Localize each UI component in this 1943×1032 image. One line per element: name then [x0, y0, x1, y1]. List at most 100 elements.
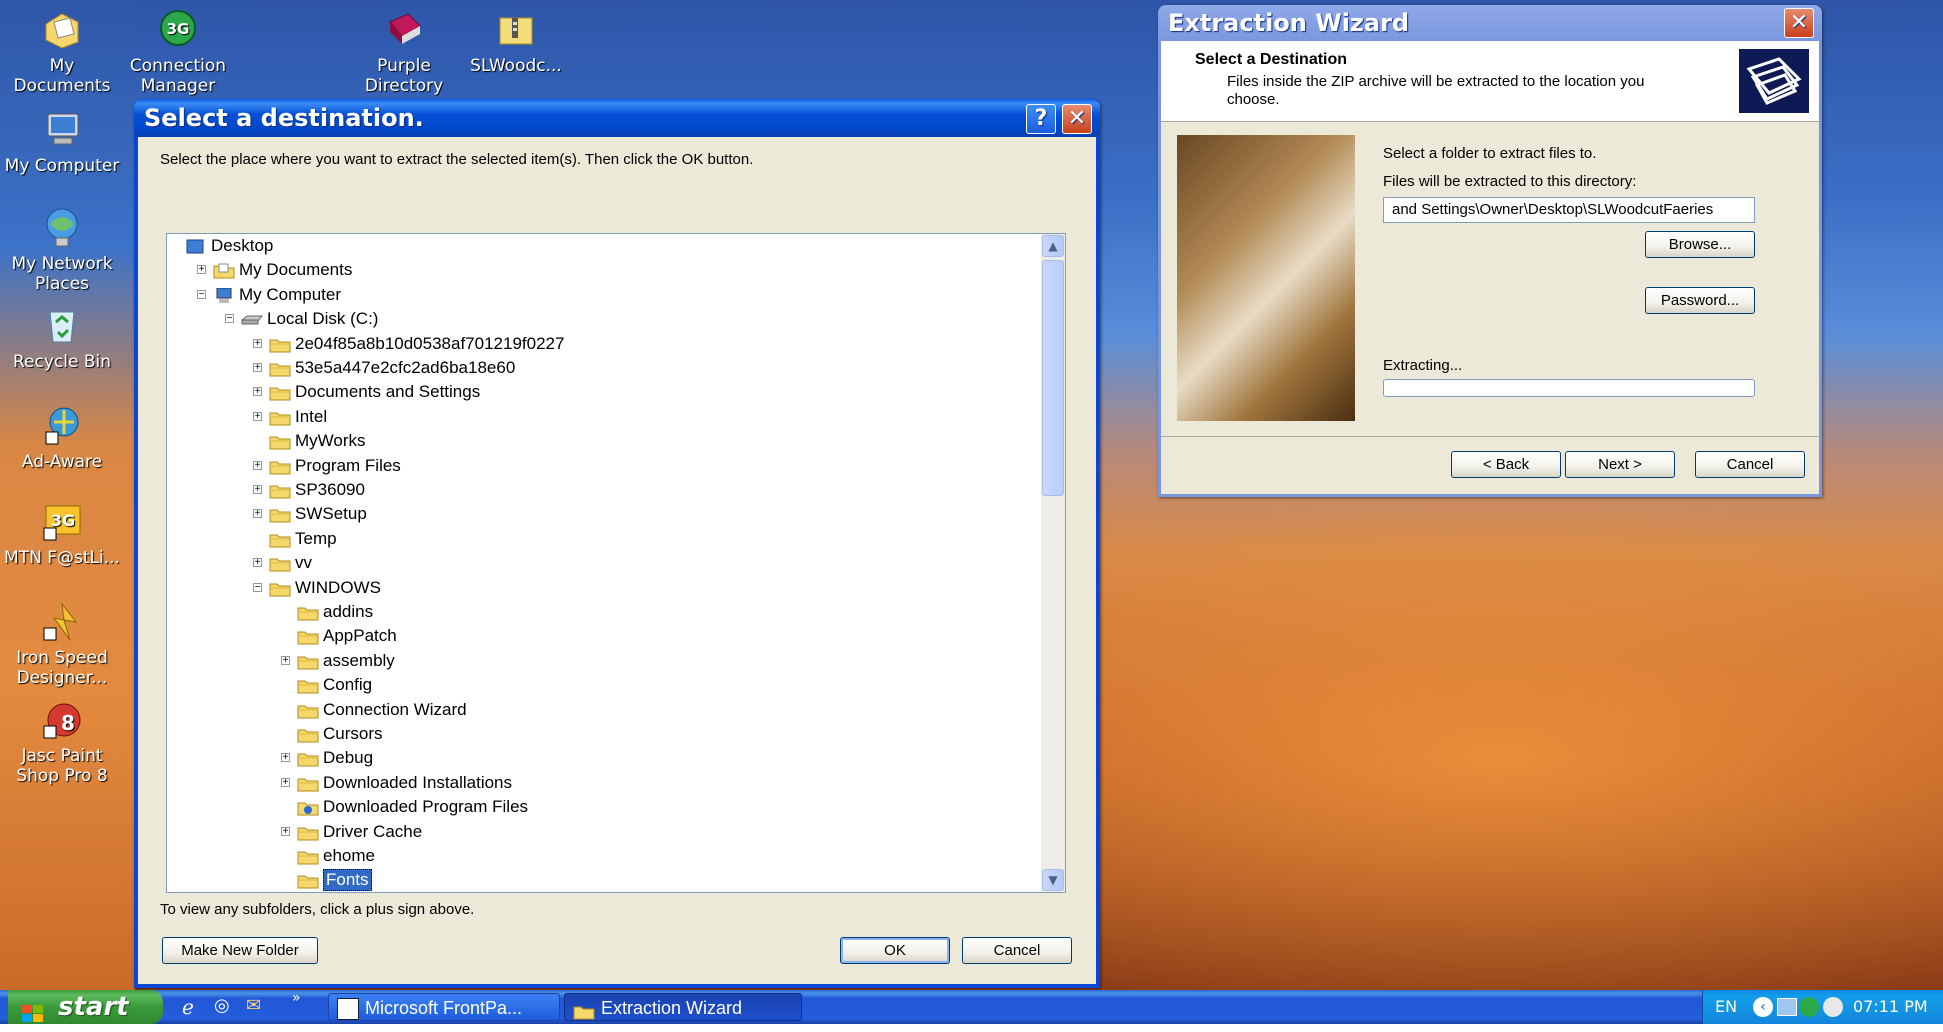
tree-item[interactable]: + Downloaded Installations [167, 771, 1027, 795]
close-button[interactable]: ✕ [1062, 104, 1092, 134]
expand-plus-icon[interactable]: + [281, 655, 290, 665]
select-folder-text: Select a folder to extract files to. [1383, 145, 1597, 162]
tree-item-label: Documents and Settings [295, 382, 481, 402]
tree-item[interactable]: + Documents and Settings [167, 380, 1027, 404]
tree-item[interactable]: + Program Files [167, 454, 1027, 478]
wizard-close-button[interactable]: ✕ [1784, 8, 1814, 38]
expand-plus-icon[interactable]: + [253, 509, 262, 519]
tree-item[interactable]: ehome [167, 844, 1027, 868]
tree-item[interactable]: + My Documents [167, 258, 1027, 282]
desktop-icon-purple-directory[interactable]: Purple Directory [344, 8, 464, 96]
desktop-icon-ad-aware[interactable]: Ad-Aware [2, 404, 122, 472]
tree-item[interactable]: +53e5a447e2cfc2ad6ba18e60 [167, 356, 1027, 380]
tree-item[interactable]: Temp [167, 527, 1027, 551]
tree-item[interactable]: + vv [167, 551, 1027, 575]
collapse-minus-icon[interactable]: − [225, 314, 234, 324]
folder-icon [269, 384, 291, 401]
zip-wizard-icon [1739, 49, 1809, 113]
folder-icon [269, 531, 291, 548]
task-frontpage[interactable]: Microsoft FrontPa... [328, 993, 560, 1021]
expand-plus-icon[interactable]: + [253, 411, 262, 421]
clock[interactable]: 07:11 PM [1853, 990, 1928, 1024]
tree-item[interactable]: Cursors [167, 722, 1027, 746]
expand-plus-icon[interactable]: + [253, 460, 262, 470]
wizard-divider [1161, 436, 1819, 437]
expand-plus-icon[interactable]: + [253, 387, 262, 397]
tree-item[interactable]: − My Computer [167, 283, 1027, 307]
tree-item[interactable]: + SP36090 [167, 478, 1027, 502]
cancel-button[interactable]: Cancel [962, 937, 1072, 964]
expand-plus-icon[interactable]: + [253, 363, 262, 373]
extracting-label: Extracting... [1383, 357, 1463, 374]
3g-tray-icon[interactable] [1799, 997, 1819, 1017]
tree-item[interactable]: Connection Wizard [167, 698, 1027, 722]
outlook-quicklaunch-icon[interactable]: ✉ [246, 995, 261, 1016]
folder-icon [297, 750, 319, 767]
expand-plus-icon[interactable]: + [281, 753, 290, 763]
desktop-icon-slwoodcut[interactable]: SLWoodc... [456, 8, 576, 76]
tree-item[interactable]: MyWorks [167, 429, 1027, 453]
desktop-icon-my-computer[interactable]: My Computer [2, 108, 122, 176]
scroll-down-button[interactable]: ▼ [1042, 869, 1064, 891]
tree-item[interactable]: Config [167, 673, 1027, 697]
tree-item[interactable]: AppPatch [167, 624, 1027, 648]
expand-plus-icon[interactable]: + [253, 485, 262, 495]
ie-quicklaunch-icon[interactable]: ℯ [182, 995, 194, 1019]
back-button[interactable]: < Back [1451, 451, 1561, 478]
desktop-icon-jasc-psp[interactable]: 8 Jasc Paint Shop Pro 8 [2, 698, 122, 786]
expand-plus-icon[interactable]: + [281, 826, 290, 836]
tree-item-label: ehome [323, 846, 375, 865]
tree-item[interactable]: Fonts [167, 868, 1027, 892]
security-tray-icon[interactable] [1823, 997, 1843, 1017]
tree-item-label: 2e04f85a8b10d0538af701219f0227 [295, 333, 565, 353]
browse-button[interactable]: Browse... [1645, 231, 1755, 258]
dialog-title-bar[interactable]: Select a destination. ? ✕ [134, 99, 1100, 137]
tree-item[interactable]: Downloaded Program Files [167, 795, 1027, 819]
folder-icon [269, 458, 291, 475]
password-button[interactable]: Password... [1645, 287, 1755, 314]
desktop-icon-connection-manager[interactable]: 3G Connection Manager [118, 8, 238, 96]
tree-item[interactable]: +2e04f85a8b10d0538af701219f0227 [167, 332, 1027, 356]
desktop-icon-mtn[interactable]: 3G MTN F@stLi... [2, 500, 122, 568]
expand-plus-icon[interactable]: + [281, 777, 290, 787]
tree-item[interactable]: Desktop [167, 234, 1027, 258]
directory-input[interactable]: and Settings\Owner\Desktop\SLWoodcutFaer… [1383, 197, 1755, 223]
scroll-thumb[interactable] [1042, 260, 1064, 496]
collapse-minus-icon[interactable]: − [197, 289, 206, 299]
desktop-icon-my-network-places[interactable]: My Network Places [2, 206, 122, 294]
ok-button[interactable]: OK [840, 937, 950, 964]
scroll-up-button[interactable]: ▲ [1042, 235, 1064, 257]
chevron-icon[interactable]: » [292, 990, 301, 1006]
desktop-icon-label: Ad-Aware [21, 452, 103, 472]
tree-item[interactable]: + SWSetup [167, 502, 1027, 526]
tree-item[interactable]: + assembly [167, 649, 1027, 673]
language-indicator[interactable]: EN [1715, 990, 1737, 1024]
wizard-cancel-button[interactable]: Cancel [1695, 451, 1805, 478]
expand-plus-icon[interactable]: + [197, 265, 206, 275]
start-button[interactable]: start [8, 990, 163, 1024]
tree-item[interactable]: + Driver Cache [167, 820, 1027, 844]
svg-text:8: 8 [61, 711, 75, 735]
next-button[interactable]: Next > [1565, 451, 1675, 478]
tree-item[interactable]: − WINDOWS [167, 576, 1027, 600]
folder-tree[interactable]: Desktop + My Documents − My Computer − Local D… [166, 233, 1066, 893]
tree-item[interactable]: + Debug [167, 746, 1027, 770]
tree-item[interactable]: addins [167, 600, 1027, 624]
collapse-minus-icon[interactable]: − [253, 582, 262, 592]
wizard-title-bar[interactable]: Extraction Wizard ✕ [1158, 5, 1822, 41]
desktop-icon-recycle-bin[interactable]: Recycle Bin [2, 304, 122, 372]
help-button[interactable]: ? [1026, 104, 1056, 134]
expand-plus-icon[interactable]: + [253, 338, 262, 348]
book-icon [382, 8, 426, 52]
network-tray-icon[interactable] [1777, 998, 1797, 1016]
expand-plus-icon[interactable]: + [253, 558, 262, 568]
tree-item[interactable]: + Intel [167, 405, 1027, 429]
browser-quicklaunch-icon[interactable]: ◎ [214, 995, 230, 1016]
show-hidden-icons-button[interactable]: ‹ [1753, 997, 1773, 1017]
make-new-folder-button[interactable]: Make New Folder [162, 937, 318, 964]
task-extraction-wizard[interactable]: Extraction Wizard [564, 993, 802, 1021]
tree-item[interactable]: − Local Disk (C:) [167, 307, 1027, 331]
desktop-icon-iron-speed[interactable]: Iron Speed Designer... [2, 600, 122, 688]
vertical-scrollbar[interactable]: ▲ ▼ [1041, 234, 1065, 892]
desktop-icon-my-documents[interactable]: My Documents [2, 8, 122, 96]
